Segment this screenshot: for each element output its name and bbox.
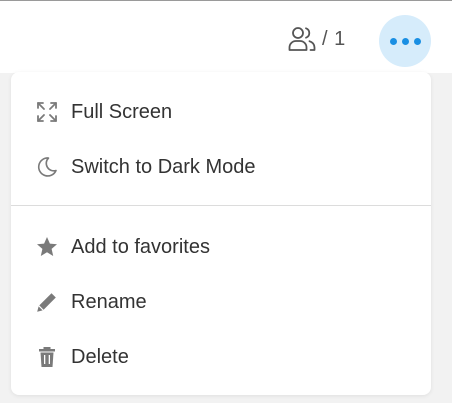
menu-item-delete[interactable]: Delete	[11, 334, 431, 380]
expand-icon	[35, 100, 59, 124]
more-options-button[interactable]	[379, 15, 431, 67]
menu-item-add-to-favorites[interactable]: Add to favorites	[11, 224, 431, 270]
menu-item-dark-mode[interactable]: Switch to Dark Mode	[11, 144, 431, 190]
menu-item-label: Rename	[71, 290, 147, 313]
menu-item-rename[interactable]: Rename	[11, 279, 431, 325]
participant-count: / 1	[322, 27, 346, 50]
menu-item-label: Add to favorites	[71, 235, 210, 258]
more-horizontal-icon	[389, 37, 397, 45]
moon-icon	[35, 155, 59, 179]
participants-indicator[interactable]: / 1	[288, 25, 346, 53]
menu-item-label: Full Screen	[71, 100, 173, 123]
more-horizontal-icon	[413, 37, 421, 45]
menu-item-label: Delete	[71, 345, 129, 368]
more-horizontal-icon	[401, 37, 409, 45]
star-icon	[35, 235, 59, 259]
menu-item-label: Switch to Dark Mode	[71, 155, 256, 178]
trash-icon	[35, 345, 59, 369]
top-bar: / 1	[0, 0, 452, 73]
menu-divider	[11, 205, 431, 206]
pencil-icon	[35, 290, 59, 314]
users-icon	[288, 26, 316, 52]
menu-item-full-screen[interactable]: Full Screen	[11, 89, 431, 135]
options-menu: Full Screen Switch to Dark Mode Add to f…	[11, 72, 431, 395]
